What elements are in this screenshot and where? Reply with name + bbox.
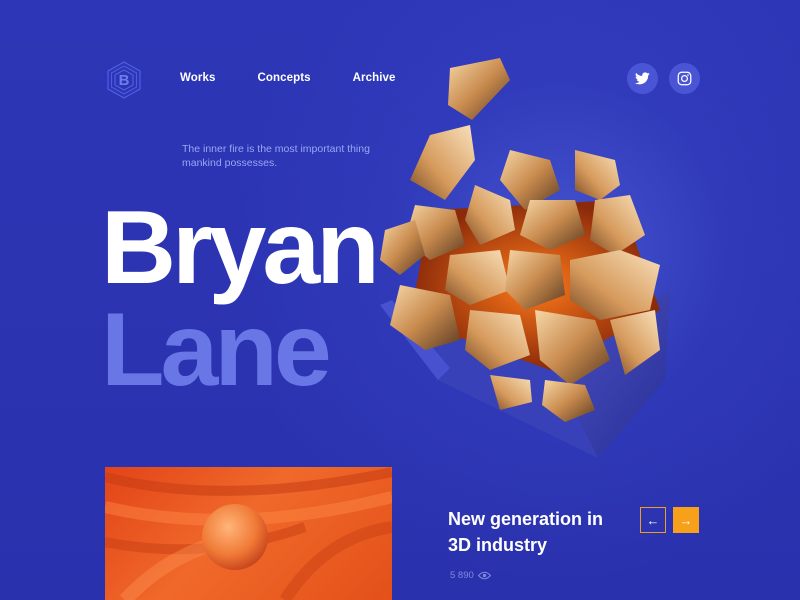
feature-headline[interactable]: New generation in 3D industry — [448, 506, 638, 558]
view-count-value: 5 890 — [450, 570, 474, 581]
hero-first-name: Bryan — [101, 190, 380, 306]
feature-thumbnail[interactable] — [105, 467, 392, 600]
view-count: 5 890 — [450, 570, 491, 581]
feature-headline-line-2: 3D industry — [448, 535, 548, 555]
nav-item-concepts[interactable]: Concepts — [257, 72, 310, 84]
eye-icon — [477, 571, 491, 580]
feature-headline-line-1: New generation in — [448, 509, 604, 529]
hero-last-name: Lane — [101, 292, 332, 408]
arrow-left-icon: ← — [646, 512, 660, 528]
shattered-cube-illustration — [380, 58, 670, 458]
orange-sphere-image — [105, 467, 392, 600]
logo-letter: B — [118, 71, 130, 89]
previous-button[interactable]: ← — [640, 507, 666, 533]
logo[interactable]: B — [104, 60, 144, 100]
nav-item-works[interactable]: Works — [180, 72, 215, 84]
next-button[interactable]: → — [673, 507, 699, 533]
hero-tagline: The inner fire is the most important thi… — [182, 143, 370, 169]
arrow-right-icon: → — [679, 512, 693, 528]
